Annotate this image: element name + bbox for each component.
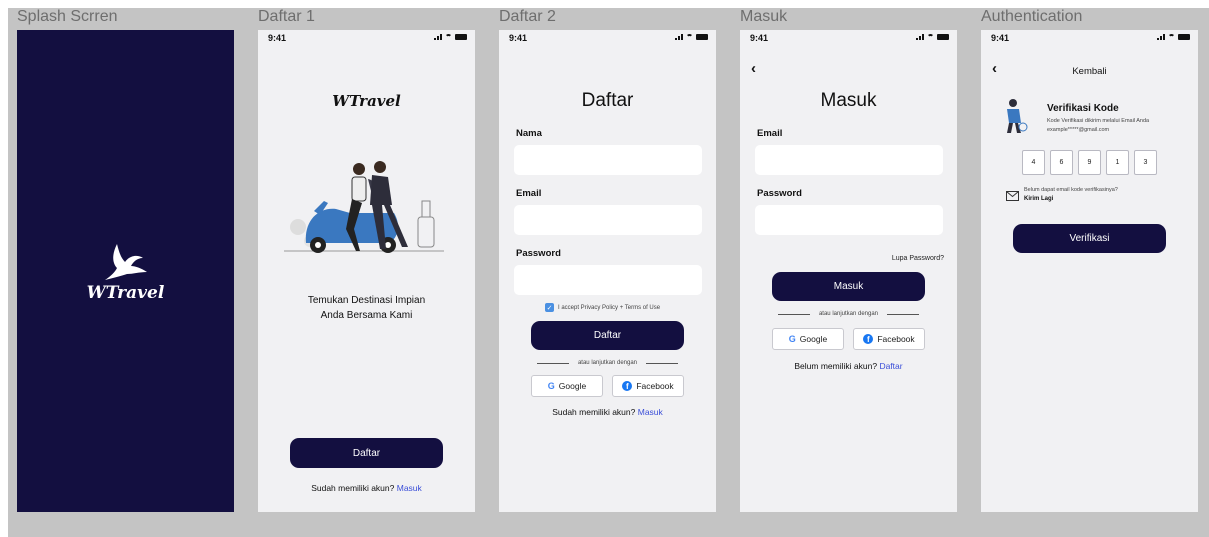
register-link[interactable]: Daftar [879, 361, 902, 371]
resend-link[interactable]: Kirim Lagi [1024, 196, 1053, 202]
password-field[interactable] [514, 265, 702, 295]
wifi-icon [1168, 34, 1175, 40]
facebook-icon: f [863, 334, 874, 344]
email-field[interactable] [514, 205, 702, 235]
google-label: Google [799, 334, 828, 344]
facebook-label: Facebook [877, 334, 915, 344]
chevron-left-icon[interactable]: ‹ [751, 60, 756, 77]
bird-logo-icon [105, 244, 147, 280]
google-icon: G [788, 334, 796, 344]
splash-frame: WTravel [17, 30, 234, 512]
frame-label-daftar2: Daftar 2 [499, 8, 556, 25]
battery-icon [455, 34, 467, 40]
facebook-button[interactable]: f Facebook [612, 375, 684, 397]
masuk-frame: 9:41 ‹ Masuk Email Password Lupa Passwor… [740, 30, 957, 512]
status-bar: 9:41 [981, 30, 1198, 46]
facebook-label: Facebook [636, 381, 674, 391]
login-prompt: Sudah memiliki akun? Masuk [499, 407, 716, 417]
privacy-text: I accept Privacy Policy + Terms of Use [558, 305, 661, 311]
status-bar: 9:41 [740, 30, 957, 46]
resend-question: Belum dapat email kode verifikasinya? [1024, 187, 1118, 193]
login-link[interactable]: Masuk [397, 483, 422, 493]
verify-button[interactable]: Verifikasi [1013, 224, 1166, 253]
battery-icon [1178, 34, 1190, 40]
wifi-icon [445, 34, 452, 40]
splash-logo-text: WTravel [86, 283, 165, 303]
status-time: 9:41 [750, 33, 769, 43]
otp-digit-3[interactable]: 9 [1078, 150, 1101, 175]
google-label: Google [558, 381, 587, 391]
have-account-text: Sudah memiliki akun? [552, 407, 636, 417]
status-time: 9:41 [509, 33, 528, 43]
page-title: Daftar [581, 90, 634, 111]
have-account-text: Sudah memiliki akun? [311, 483, 395, 493]
google-button[interactable]: G Google [772, 328, 844, 350]
tagline-line-1: Temukan Destinasi Impian [307, 295, 426, 306]
tagline-line-2: Anda Bersama Kami [320, 310, 413, 321]
divider-right [646, 363, 678, 364]
password-label: Password [516, 248, 561, 259]
forgot-password-link[interactable]: Lupa Password? [892, 255, 944, 262]
google-icon: G [547, 381, 555, 391]
status-bar: 9:41 [499, 30, 716, 46]
name-field[interactable] [514, 145, 702, 175]
status-time: 9:41 [991, 33, 1010, 43]
email-label: Email [516, 188, 542, 199]
frame-label-masuk: Masuk [740, 8, 788, 25]
signal-icon [916, 34, 924, 40]
facebook-icon: f [622, 381, 633, 391]
register-prompt: Belum memiliki akun? Daftar [740, 361, 957, 371]
signal-icon [434, 34, 442, 40]
signal-icon [1157, 34, 1165, 40]
password-label: Password [757, 188, 802, 199]
email-label: Email [757, 128, 783, 139]
status-time: 9:41 [268, 33, 287, 43]
mail-icon [1006, 191, 1019, 201]
otp-digit-5[interactable]: 3 [1134, 150, 1157, 175]
register-button[interactable]: Daftar [531, 321, 684, 350]
register-button[interactable]: Daftar [290, 438, 443, 468]
verify-heading: Verifikasi Kode [1047, 103, 1119, 114]
google-button[interactable]: G Google [531, 375, 603, 397]
app-logo-text: WTravel [332, 92, 401, 110]
wifi-icon [686, 34, 693, 40]
privacy-checkbox[interactable]: ✓ [545, 303, 554, 312]
auth-frame: 9:41 ‹ Kembali Verifikasi Kode Kode Veri… [981, 30, 1198, 512]
or-continue-text: atau lanjutkan dengan [577, 360, 638, 366]
battery-icon [937, 34, 949, 40]
verify-subtext-line-1: Kode Verifikasi dikirim melalui Email An… [1047, 118, 1150, 124]
or-continue-text: atau lanjutkan dengan [818, 311, 879, 317]
login-button[interactable]: Masuk [772, 272, 925, 301]
email-field[interactable] [755, 145, 943, 175]
no-account-text: Belum memiliki akun? [794, 361, 878, 371]
divider-right [887, 314, 919, 315]
page-title: Masuk [820, 90, 877, 111]
battery-icon [696, 34, 708, 40]
verify-subtext-line-2: example*****@gmail.com [1047, 127, 1110, 133]
login-link[interactable]: Masuk [638, 407, 663, 417]
daftar2-frame: 9:41 Daftar Nama Email Password ✓ I acce… [499, 30, 716, 512]
daftar1-frame: 9:41 WTravel Temukan Destinasi Impian An… [258, 30, 475, 512]
otp-digit-2[interactable]: 6 [1050, 150, 1073, 175]
frame-label-daftar1: Daftar 1 [258, 8, 315, 25]
otp-digit-4[interactable]: 1 [1106, 150, 1129, 175]
facebook-button[interactable]: f Facebook [853, 328, 925, 350]
wifi-icon [927, 34, 934, 40]
name-label: Nama [516, 128, 542, 139]
login-prompt: Sudah memiliki akun? Masuk [258, 483, 475, 493]
status-bar: 9:41 [258, 30, 475, 46]
back-label: Kembali [1072, 66, 1107, 77]
signal-icon [675, 34, 683, 40]
frame-label-auth: Authentication [981, 8, 1083, 25]
password-field[interactable] [755, 205, 943, 235]
otp-digit-1[interactable]: 4 [1022, 150, 1045, 175]
frame-label-splash: Splash Scrren [17, 8, 118, 25]
person-verify-illustration [1007, 99, 1028, 133]
scooter-illustration [284, 161, 444, 253]
